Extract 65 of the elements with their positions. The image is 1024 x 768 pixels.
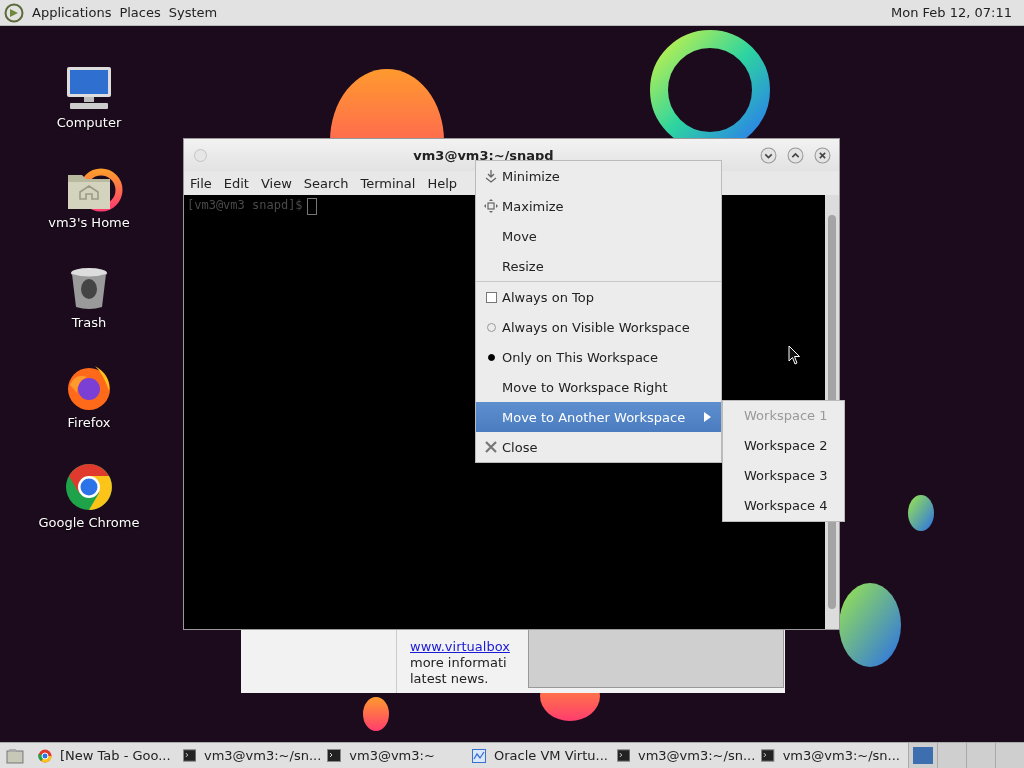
menu-logo-icon[interactable] (4, 2, 24, 23)
submenu-item[interactable]: Workspace 3 (723, 461, 844, 491)
taskbar-button[interactable]: vm3@vm3:~/sn... (180, 748, 322, 763)
context-menu-item[interactable]: Always on Visible Workspace (476, 312, 721, 342)
submenu-item[interactable]: Workspace 4 (723, 491, 844, 521)
close-icon[interactable] (814, 146, 831, 164)
terminal-icon (761, 749, 775, 762)
taskbar-button[interactable]: vm3@vm3:~/sn... (614, 748, 756, 763)
taskbar-button[interactable]: vm3@vm3:~ (325, 748, 466, 763)
web-link[interactable]: www.virtualbox (410, 639, 528, 655)
maximize-icon (484, 199, 498, 213)
maximize-icon[interactable] (787, 146, 804, 164)
trash-icon[interactable] (69, 267, 109, 311)
desktop-icon-label[interactable]: Google Chrome (38, 515, 140, 530)
text-line: more informati (410, 655, 508, 671)
text-line: latest news. (410, 671, 490, 687)
panel-menu[interactable]: Places (119, 5, 161, 20)
desktop-icon-label[interactable]: Trash (71, 315, 107, 330)
context-menu-item[interactable]: Move to Another Workspace (476, 402, 721, 432)
menu-item[interactable]: Search (303, 175, 349, 191)
checkbox[interactable] (485, 291, 497, 303)
workspace-switcher-cell[interactable] (908, 743, 937, 768)
minimize-icon[interactable] (760, 146, 777, 164)
desktop-icon-label[interactable]: Firefox (67, 415, 111, 430)
terminal-icon (327, 749, 342, 762)
virtualbox-icon (471, 748, 486, 763)
taskbar-button[interactable]: vm3@vm3:~/sn... (759, 748, 900, 763)
pointer-icon (788, 345, 801, 365)
terminal-icon (182, 749, 196, 762)
minimize-icon (484, 169, 498, 183)
context-menu-item[interactable]: Move (476, 221, 721, 251)
menu-item[interactable]: View (260, 175, 292, 191)
radio-button[interactable] (487, 353, 495, 361)
taskbar-button[interactable]: Oracle VM Virtu... (469, 748, 611, 763)
shell-prompt: [vm3@vm3 snapd]$ (187, 198, 303, 212)
firefox-icon[interactable] (65, 363, 113, 411)
workspace-switcher-cell[interactable] (937, 743, 966, 768)
menu-item[interactable]: Terminal (360, 175, 416, 191)
context-menu-item[interactable]: Minimize (476, 161, 721, 191)
chrome-icon (37, 748, 52, 763)
window-title: vm3@vm3:~/snapd (412, 147, 555, 163)
taskbar-button[interactable]: [New Tab - Goo... (35, 748, 177, 763)
context-menu-item[interactable]: Resize (476, 251, 721, 281)
desktop-icon-label[interactable]: Computer (56, 115, 122, 130)
computer-icon[interactable] (64, 65, 114, 111)
context-menu-item[interactable]: Only on This Workspace (476, 342, 721, 372)
menu-item[interactable]: Help (427, 175, 458, 191)
menu-item[interactable]: File (190, 175, 212, 191)
terminal-icon (616, 749, 630, 762)
close-icon (485, 441, 497, 453)
context-menu-item[interactable]: Maximize (476, 191, 721, 221)
context-menu-item[interactable]: Close (476, 432, 721, 462)
text-cursor (306, 198, 317, 215)
clock[interactable]: Mon Feb 12, 07:11 (891, 5, 1012, 20)
panel-menu[interactable]: Applications (32, 5, 112, 20)
submenu-item[interactable]: Workspace 2 (723, 431, 844, 461)
submenu-arrow-icon (704, 412, 711, 422)
workspace-switcher-cell[interactable] (966, 743, 995, 768)
panel-menu[interactable]: System (168, 5, 218, 20)
chrome-icon[interactable] (65, 463, 113, 511)
workspace-switcher-cell[interactable] (995, 743, 1024, 768)
menu-item[interactable]: Edit (223, 175, 249, 191)
desktop-icon-label[interactable]: vm3's Home (48, 215, 130, 230)
context-menu-item[interactable]: Move to Workspace Right (476, 372, 721, 402)
context-menu-item[interactable]: Always on Top (476, 282, 721, 312)
